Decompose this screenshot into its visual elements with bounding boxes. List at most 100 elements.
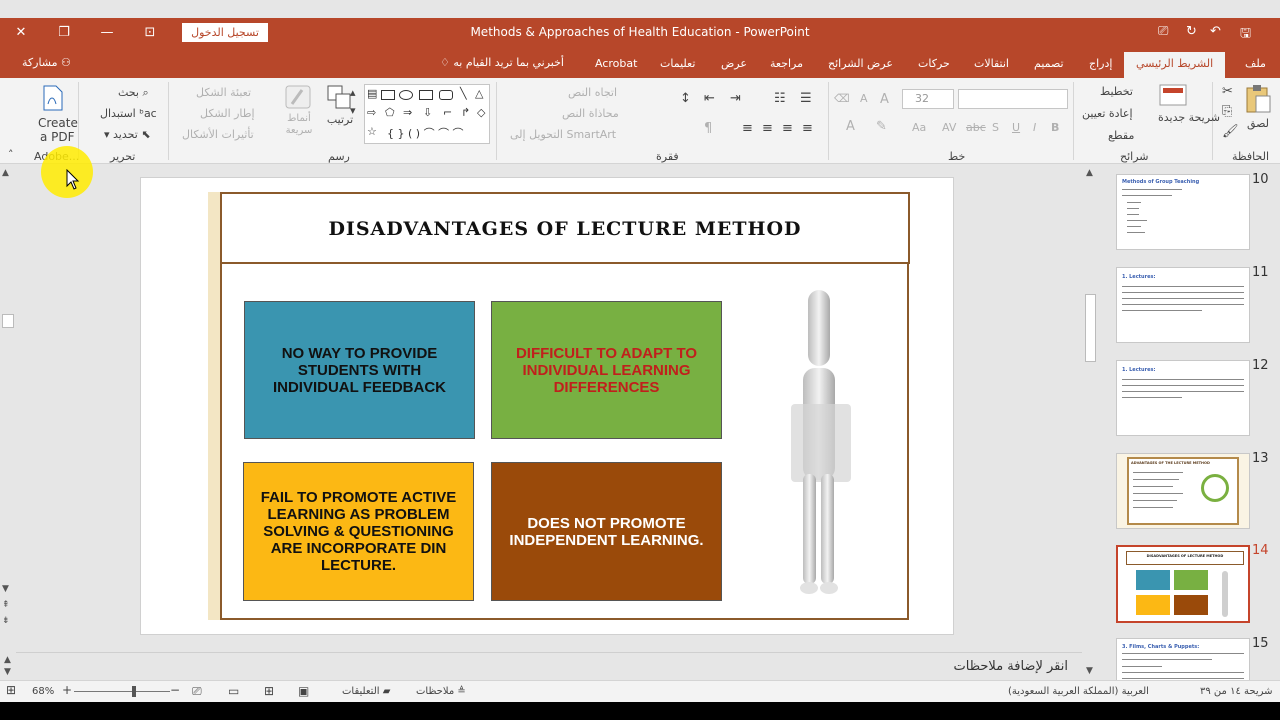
zoom-in-icon[interactable]: + — [62, 683, 72, 697]
comments-button[interactable]: التعليقات ▰ — [342, 686, 390, 697]
zoom-slider-track[interactable] — [74, 691, 170, 692]
notes-scroll-up-icon[interactable]: ▲ — [4, 655, 11, 665]
create-pdf-button[interactable] — [38, 84, 66, 115]
underline-button[interactable]: U — [1012, 121, 1020, 134]
font-color-icon[interactable]: A — [846, 119, 855, 134]
tab-animations[interactable]: حركات — [918, 57, 950, 70]
oval-shape-icon[interactable] — [399, 90, 413, 100]
new-slide-button[interactable]: شريحة جديدة — [1158, 82, 1220, 124]
italic-button[interactable]: I — [1033, 121, 1036, 134]
spacing-icon[interactable]: AV — [942, 121, 956, 134]
tab-home[interactable]: الشريط الرئيسي — [1124, 52, 1226, 78]
reset-button[interactable]: إعادة تعيين — [1082, 107, 1133, 120]
collapse-ribbon-icon[interactable]: ˄ — [8, 148, 14, 161]
shapes-gallery[interactable]: ╲ △ ▤ ⇨ ⬠ ⇒ ⇩ ⌐ ↱ ◇ ☆ { } ( ) ⌒ ⌒ ⌒ — [364, 84, 490, 144]
shape-effects-button[interactable]: تأثيرات الأشكال — [182, 128, 254, 141]
editor-scrollbar[interactable]: ▲ ▼ ⇞ ⇟ — [0, 164, 16, 652]
save-icon[interactable]: 🖫 — [1240, 24, 1251, 46]
select-button[interactable]: ▾ تحديد ⬉ — [104, 128, 151, 141]
previous-slide-icon[interactable]: ⇞ — [2, 600, 10, 610]
repeat-icon[interactable]: ↻ — [1186, 24, 1197, 39]
bullets-icon[interactable]: ☰ — [800, 91, 812, 106]
grow-font-icon[interactable]: A — [880, 92, 889, 107]
quick-styles-button[interactable]: أنماط سريعة — [282, 84, 316, 137]
slide-canvas[interactable]: DISADVANTAGES OF LECTURE METHOD NO WAY T… — [140, 177, 954, 635]
shadow-button[interactable]: S — [992, 121, 999, 134]
thumb-scroll-up-icon[interactable]: ▲ — [1086, 168, 1093, 178]
triangle-shape-icon[interactable]: △ — [475, 87, 483, 100]
pentagon-shape-icon[interactable]: ⬠ — [385, 106, 395, 119]
convert-smartart-button[interactable]: التحويل إلى SmartArt — [510, 128, 616, 141]
tab-design[interactable]: تصميم — [1034, 57, 1064, 70]
undo-icon[interactable]: ↶ — [1210, 24, 1221, 39]
justify-icon[interactable]: ≡ — [742, 121, 753, 136]
reading-view-icon[interactable]: ▭ — [228, 684, 239, 698]
presenter-icon[interactable]: ⎚ — [1158, 24, 1168, 39]
slide-thumbnail[interactable]: ADVANTAGES OF THE LECTURE METHOD — [1116, 453, 1250, 529]
layout-button[interactable]: تخطيط — [1100, 85, 1133, 98]
format-painter-icon[interactable]: 🖌 — [1222, 124, 1239, 139]
section-button[interactable]: مقطع — [1108, 129, 1134, 142]
fit-to-window-icon[interactable]: ⊞ — [6, 683, 16, 697]
slide-card-feedback[interactable]: NO WAY TO PROVIDE STUDENTS WITH INDIVIDU… — [244, 301, 475, 439]
paste-button[interactable]: لصق — [1244, 84, 1272, 130]
arrow-right-shape-icon[interactable]: ⇒ — [403, 106, 412, 119]
slideshow-view-icon[interactable]: ⎚ — [192, 684, 202, 699]
notes-scroll-down-icon[interactable]: ▼ — [4, 667, 11, 677]
share-button[interactable]: مشاركة ⚇ — [22, 56, 71, 69]
rtl-icon[interactable]: ¶ — [704, 121, 712, 136]
tab-review[interactable]: مراجعة — [770, 57, 803, 70]
align-text-button[interactable]: محاذاة النص — [562, 107, 619, 120]
copy-icon[interactable]: ⎘ — [1222, 104, 1232, 119]
tab-acrobat[interactable]: Acrobat — [595, 57, 637, 70]
indent-icon[interactable]: ⇥ — [730, 91, 741, 106]
brace-shape-icon[interactable]: { } ( ) ⌒ ⌒ ⌒ — [387, 125, 464, 141]
scroll-down-icon[interactable]: ▼ — [2, 584, 9, 594]
square-shape-icon[interactable] — [419, 90, 433, 100]
slide-card-independent[interactable]: DOES NOT PROMOTE INDEPENDENT LEARNING. — [491, 462, 722, 601]
shape-outline-button[interactable]: إطار الشكل — [200, 107, 255, 120]
text-direction-button[interactable]: اتجاه النص — [568, 86, 617, 99]
shrink-font-icon[interactable]: A — [860, 92, 868, 105]
change-case-button[interactable]: Aa — [912, 121, 926, 134]
align-left-icon[interactable]: ≡ — [762, 121, 773, 136]
strikethrough-button[interactable]: abc — [966, 121, 986, 134]
slide-thumbnail-active[interactable]: DISADVANTAGES OF LECTURE METHOD — [1116, 545, 1250, 623]
tab-insert[interactable]: إدراج — [1089, 57, 1112, 70]
font-size-box[interactable]: 32 — [902, 89, 954, 109]
scroll-up-icon[interactable]: ▲ — [2, 168, 9, 178]
next-slide-icon[interactable]: ⇟ — [2, 616, 10, 626]
highlight-icon[interactable]: ✎ — [876, 119, 887, 134]
rectangle-shape-icon[interactable] — [381, 90, 395, 100]
slide-sorter-icon[interactable]: ⊞ — [264, 684, 274, 698]
arrow-down-shape-icon[interactable]: ⇩ — [423, 106, 432, 119]
outdent-icon[interactable]: ⇤ — [704, 91, 715, 106]
bracket-shape-icon[interactable]: ⌐ — [443, 106, 452, 119]
clear-format-icon[interactable]: ⌫ — [834, 92, 850, 105]
arrange-button[interactable]: ترتيب — [326, 84, 354, 126]
thumbnail-scrollbar[interactable]: ▲ ▼ — [1082, 164, 1100, 680]
normal-view-icon[interactable]: ▣ — [298, 684, 309, 698]
notes-button[interactable]: ملاحظات ≜ — [416, 686, 466, 697]
tab-help[interactable]: تعليمات — [660, 57, 695, 70]
notes-pane[interactable]: انقر لإضافة ملاحظات ▲ ▼ — [4, 652, 1082, 680]
slide-title-box[interactable]: DISADVANTAGES OF LECTURE METHOD — [220, 192, 910, 264]
find-button[interactable]: بحث ⌕ — [118, 86, 149, 100]
textbox-shape-icon[interactable]: ▤ — [367, 87, 377, 100]
tell-me-search[interactable]: ♢ أخبرني بما تريد القيام به — [440, 56, 564, 69]
thumb-scroll-down-icon[interactable]: ▼ — [1086, 666, 1093, 676]
slide-thumbnail[interactable]: 1. Lectures: — [1116, 360, 1250, 436]
slide-thumbnail[interactable]: 1. Lectures: — [1116, 267, 1250, 343]
star-shape-icon[interactable]: ☆ — [367, 125, 377, 138]
slide-card-active-learning[interactable]: FAIL TO PROMOTE ACTIVE LEARNING AS PROBL… — [243, 462, 474, 601]
tab-slideshow[interactable]: عرض الشرائح — [828, 57, 893, 70]
tab-transitions[interactable]: انتقالات — [974, 57, 1009, 70]
scroll-thumb[interactable] — [2, 314, 14, 328]
slide-thumbnail[interactable]: 3. Films, Charts & Puppets: — [1116, 638, 1250, 680]
zoom-level[interactable]: 68% — [32, 686, 54, 697]
slide-thumbnail[interactable]: Methods of Group Teaching — [1116, 174, 1250, 250]
cut-icon[interactable]: ✂ — [1222, 84, 1233, 99]
zoom-slider-thumb[interactable] — [132, 686, 136, 697]
bent-arrow-shape-icon[interactable]: ↱ — [461, 106, 470, 119]
diamond-shape-icon[interactable]: ◇ — [477, 106, 485, 119]
